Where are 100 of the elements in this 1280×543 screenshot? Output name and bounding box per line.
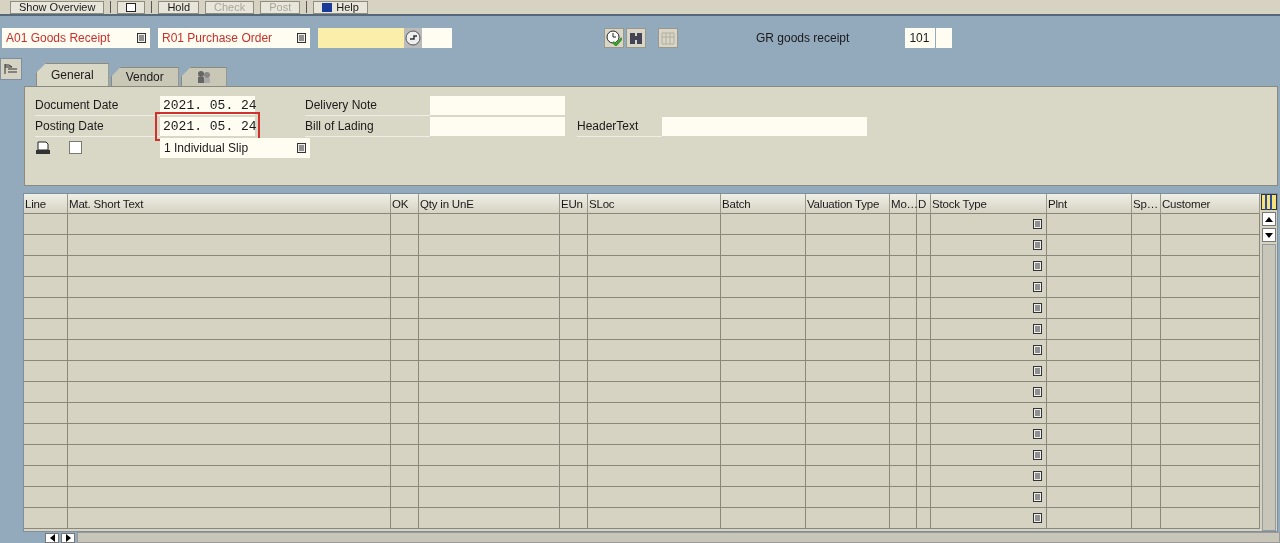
table-cell[interactable] (588, 361, 721, 382)
table-cell[interactable] (560, 508, 588, 529)
table-cell[interactable] (721, 445, 806, 466)
table-cell[interactable] (560, 487, 588, 508)
table-cell[interactable] (560, 298, 588, 319)
table-cell[interactable] (1047, 487, 1132, 508)
table-cell[interactable] (1132, 466, 1161, 487)
table-cell[interactable] (917, 277, 931, 298)
table-cell[interactable] (588, 214, 721, 235)
table-cell[interactable] (1047, 403, 1132, 424)
table-cell[interactable] (1132, 340, 1161, 361)
table-cell[interactable] (721, 508, 806, 529)
table-cell[interactable] (1047, 361, 1132, 382)
table-cell[interactable] (1161, 403, 1260, 424)
table-cell[interactable] (68, 508, 391, 529)
table-cell[interactable] (1132, 382, 1161, 403)
table-cell[interactable] (1132, 403, 1161, 424)
table-cell[interactable] (24, 319, 68, 340)
table-cell[interactable] (560, 235, 588, 256)
column-layout-icon[interactable] (1260, 194, 1277, 210)
table-cell[interactable] (890, 424, 917, 445)
table-cell[interactable] (68, 214, 391, 235)
table-cell[interactable] (419, 382, 560, 403)
table-cell[interactable] (1161, 361, 1260, 382)
table-cell[interactable] (391, 214, 419, 235)
table-cell[interactable] (391, 403, 419, 424)
table-cell[interactable] (68, 256, 391, 277)
table-cell[interactable] (1161, 319, 1260, 340)
table-cell[interactable] (890, 403, 917, 424)
table-cell[interactable] (1047, 466, 1132, 487)
table-cell[interactable] (68, 403, 391, 424)
table-cell[interactable] (419, 487, 560, 508)
table-cell[interactable] (588, 466, 721, 487)
table-cell[interactable] (560, 424, 588, 445)
table-cell[interactable] (391, 445, 419, 466)
table-cell[interactable] (24, 361, 68, 382)
print-slip-dropdown[interactable]: 1 Individual Slip (160, 138, 310, 158)
table-cell[interactable] (917, 340, 931, 361)
table-cell[interactable] (588, 382, 721, 403)
table-cell[interactable] (931, 508, 1047, 529)
table-cell[interactable] (806, 277, 890, 298)
table-cell[interactable] (931, 424, 1047, 445)
table-cell[interactable] (806, 214, 890, 235)
dropdown-icon[interactable] (1033, 366, 1042, 376)
column-header[interactable]: Batch (721, 194, 806, 214)
table-cell[interactable] (68, 445, 391, 466)
table-cell[interactable] (560, 403, 588, 424)
table-cell[interactable] (560, 340, 588, 361)
table-cell[interactable] (560, 277, 588, 298)
table-cell[interactable] (588, 508, 721, 529)
column-header[interactable]: Mo… (890, 194, 917, 214)
table-cell[interactable] (721, 424, 806, 445)
table-cell[interactable] (24, 424, 68, 445)
table-cell[interactable] (931, 256, 1047, 277)
table-cell[interactable] (806, 487, 890, 508)
column-header[interactable]: Customer (1161, 194, 1260, 214)
table-cell[interactable] (24, 340, 68, 361)
table-cell[interactable] (806, 235, 890, 256)
table-cell[interactable] (806, 466, 890, 487)
table-cell[interactable] (1132, 256, 1161, 277)
input-field[interactable] (936, 28, 953, 48)
table-cell[interactable] (391, 256, 419, 277)
table-cell[interactable] (68, 277, 391, 298)
table-cell[interactable] (721, 382, 806, 403)
table-cell[interactable] (588, 424, 721, 445)
table-cell[interactable] (931, 466, 1047, 487)
table-cell[interactable] (68, 319, 391, 340)
table-cell[interactable] (588, 487, 721, 508)
table-cell[interactable] (1161, 256, 1260, 277)
table-cell[interactable] (917, 508, 931, 529)
table-cell[interactable] (931, 277, 1047, 298)
toolbar-button[interactable]: Show Overview (10, 0, 105, 14)
dropdown-icon[interactable] (1033, 429, 1042, 439)
scroll-left-button[interactable] (45, 532, 59, 543)
table-cell[interactable] (1132, 445, 1161, 466)
table-cell[interactable] (931, 445, 1047, 466)
table-cell[interactable] (419, 298, 560, 319)
table-cell[interactable] (917, 235, 931, 256)
column-header[interactable]: Plnt (1047, 194, 1132, 214)
table-cell[interactable] (419, 403, 560, 424)
table-cell[interactable] (24, 214, 68, 235)
table-cell[interactable] (1047, 340, 1132, 361)
table-cell[interactable] (890, 445, 917, 466)
table-cell[interactable] (560, 256, 588, 277)
table-cell[interactable] (931, 487, 1047, 508)
table-cell[interactable] (68, 340, 391, 361)
dropdown-icon[interactable] (1033, 282, 1042, 292)
dropdown-icon[interactable] (1033, 513, 1042, 523)
table-cell[interactable] (806, 424, 890, 445)
table-cell[interactable] (1161, 340, 1260, 361)
dropdown-icon[interactable] (1033, 471, 1042, 481)
dropdown-icon[interactable] (1033, 261, 1042, 271)
toolbar-icon-button[interactable] (117, 0, 146, 14)
table-cell[interactable] (1132, 424, 1161, 445)
table-cell[interactable] (391, 319, 419, 340)
table-cell[interactable] (588, 340, 721, 361)
table-cell[interactable] (931, 361, 1047, 382)
table-cell[interactable] (890, 508, 917, 529)
table-cell[interactable] (588, 403, 721, 424)
table-cell[interactable] (806, 382, 890, 403)
